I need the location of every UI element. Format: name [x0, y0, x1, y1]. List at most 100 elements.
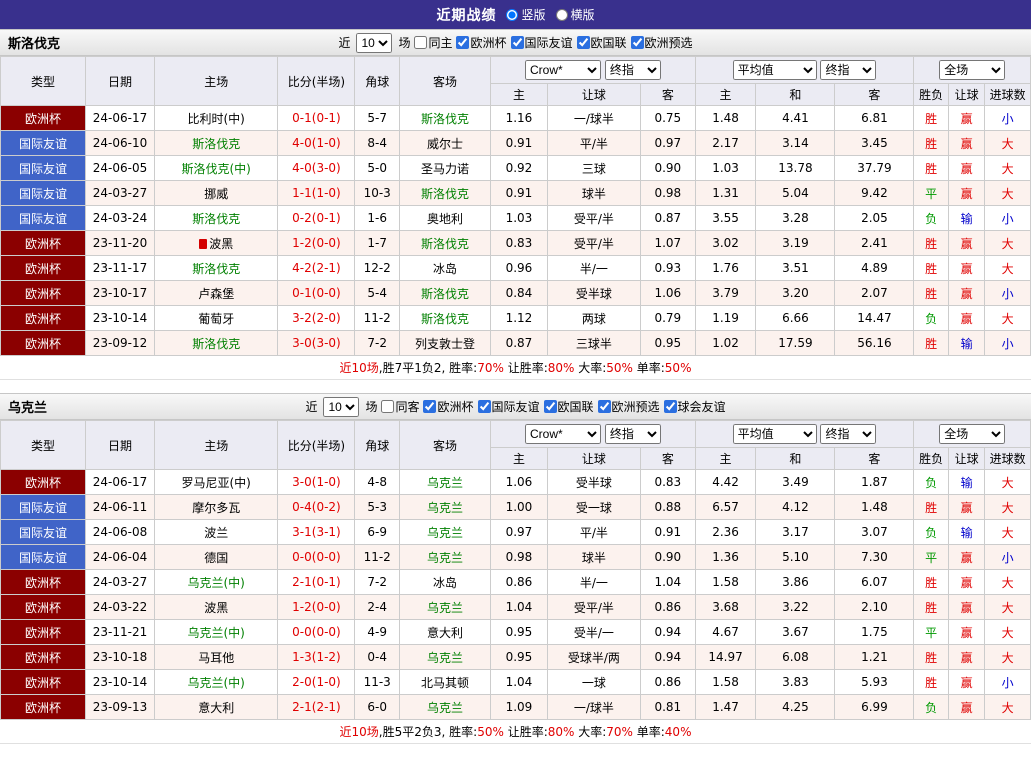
horizontal-layout-radio[interactable]: [555, 8, 568, 21]
cell-home-team: 乌克兰(中): [153, 569, 279, 595]
cell-result-handicap: 输: [947, 205, 986, 231]
cell-result-handicap: 输: [947, 469, 986, 495]
final-odds-select[interactable]: 终指: [604, 424, 661, 444]
league-checkbox[interactable]: [477, 400, 491, 413]
cell-result-goals: 大: [984, 230, 1031, 256]
cell-date: 24-03-22: [85, 594, 155, 620]
league-filter[interactable]: 欧洲预选: [597, 398, 660, 415]
league-filter[interactable]: 欧国联: [543, 398, 594, 415]
cell-euro-draw-odds: 4.12: [755, 494, 836, 520]
cell-score: 1-2(0-0): [277, 230, 356, 256]
summary-part: 40%: [664, 725, 692, 739]
cell-score: 1-2(0-0): [277, 594, 356, 620]
same-venue-filter[interactable]: 同主: [414, 34, 452, 51]
games-count-select[interactable]: 10: [323, 396, 360, 417]
summary-part: ,胜5平2负3, 胜率:: [378, 725, 478, 739]
near-label: 近: [305, 400, 318, 414]
same-venue-filter[interactable]: 同客: [381, 398, 419, 415]
cell-result-wdl: 负: [913, 469, 949, 495]
summary-part: 近10场: [339, 725, 379, 739]
cell-result-wdl: 平: [913, 619, 949, 645]
league-checkbox[interactable]: [597, 400, 611, 413]
cell-result-wdl: 胜: [913, 230, 949, 256]
same-venue-checkbox[interactable]: [414, 36, 428, 49]
cell-result-handicap: 输: [947, 519, 986, 545]
cell-handicap-away-odds: 0.97: [639, 130, 696, 156]
cell-home-team: 乌克兰(中): [153, 669, 279, 695]
col-res-wdl: 胜负: [913, 83, 949, 106]
games-count-select[interactable]: 10: [356, 32, 393, 53]
layout-option-vertical[interactable]: 竖版: [506, 6, 546, 23]
league-checkbox[interactable]: [543, 400, 557, 413]
league-filter[interactable]: 欧洲杯: [456, 34, 507, 51]
cell-date: 24-06-05: [85, 155, 155, 181]
cell-euro-draw-odds: 6.08: [755, 644, 836, 670]
cell-result-handicap: 赢: [947, 255, 986, 281]
fulltime-select[interactable]: 全场: [939, 424, 1006, 444]
col-date: 日期: [85, 420, 155, 470]
top-bar: 近期战绩 竖版 横版: [0, 0, 1031, 29]
cell-euro-draw-odds: 13.78: [755, 155, 836, 181]
cell-away-team: 乌克兰: [398, 494, 492, 520]
summary-part: 80%: [547, 361, 575, 375]
col-res-goals: 进球数: [984, 83, 1031, 106]
layout-option-horizontal[interactable]: 横版: [555, 6, 595, 23]
league-checkbox[interactable]: [663, 400, 677, 413]
cell-away-team: 奥地利: [398, 205, 492, 231]
cell-handicap-line: 受球半/两: [546, 644, 641, 670]
col-date: 日期: [85, 56, 155, 106]
cell-handicap-home-odds: 1.06: [490, 469, 548, 495]
cell-date: 23-10-17: [85, 280, 155, 306]
col-ah-line: 让球: [546, 83, 641, 106]
cell-result-wdl: 胜: [913, 255, 949, 281]
league-checkbox[interactable]: [456, 36, 470, 49]
games-unit-label: 场: [365, 400, 378, 414]
cell-home-team: 波黑: [153, 230, 279, 256]
cell-handicap-line: 一/球半: [546, 105, 641, 131]
cell-corners: 1-7: [354, 230, 400, 256]
average-odds-select[interactable]: 平均值: [732, 424, 817, 444]
summary-part: 单率:: [632, 725, 665, 739]
final-odds-select-2[interactable]: 终指: [820, 60, 877, 80]
col-res-handicap: 让球: [947, 83, 986, 106]
league-checkbox[interactable]: [576, 36, 590, 49]
cell-corners: 5-4: [354, 280, 400, 306]
match-row: 国际友谊 24-06-04 德国 0-0(0-0) 11-2 乌克兰 0.98 球半 0.90 1…: [0, 544, 1031, 570]
league-filter[interactable]: 欧国联: [576, 34, 627, 51]
cell-result-goals: 小: [984, 280, 1031, 306]
cell-handicap-home-odds: 1.04: [490, 669, 548, 695]
cell-competition: 欧洲杯: [0, 330, 87, 356]
cell-euro-home-odds: 1.76: [694, 255, 757, 281]
league-checkbox[interactable]: [510, 36, 524, 49]
league-filter[interactable]: 国际友谊: [477, 398, 540, 415]
cell-score: 0-0(0-0): [277, 544, 356, 570]
league-label: 欧国联: [590, 36, 627, 50]
league-filter[interactable]: 球会友谊: [663, 398, 726, 415]
handicap-odds-group: Crow* 终指: [490, 56, 696, 84]
average-odds-select[interactable]: 平均值: [732, 60, 817, 80]
final-odds-select-2[interactable]: 终指: [820, 424, 877, 444]
league-filter[interactable]: 欧洲杯: [423, 398, 474, 415]
bookmaker-select[interactable]: Crow*: [524, 60, 601, 80]
league-checkbox[interactable]: [423, 400, 437, 413]
cell-result-handicap: 赢: [947, 569, 986, 595]
cell-date: 23-11-21: [85, 619, 155, 645]
league-filter[interactable]: 欧洲预选: [630, 34, 693, 51]
league-checkbox[interactable]: [630, 36, 644, 49]
col-res-handicap: 让球: [947, 447, 986, 470]
cell-result-handicap: 赢: [947, 155, 986, 181]
cell-handicap-line: 两球: [546, 305, 641, 331]
bookmaker-select[interactable]: Crow*: [524, 424, 601, 444]
same-venue-checkbox[interactable]: [381, 400, 395, 413]
cell-corners: 7-2: [354, 569, 400, 595]
cell-corners: 1-6: [354, 205, 400, 231]
cell-corners: 11-3: [354, 669, 400, 695]
vertical-layout-radio[interactable]: [506, 8, 519, 21]
cell-result-goals: 大: [984, 155, 1031, 181]
cell-date: 24-06-17: [85, 469, 155, 495]
summary-text: 近10场,胜5平2负3, 胜率:50% 让胜率:80% 大率:70% 单率:40…: [340, 723, 692, 740]
league-filter[interactable]: 国际友谊: [510, 34, 573, 51]
col-corner: 角球: [354, 420, 400, 470]
final-odds-select[interactable]: 终指: [604, 60, 661, 80]
fulltime-select[interactable]: 全场: [939, 60, 1006, 80]
